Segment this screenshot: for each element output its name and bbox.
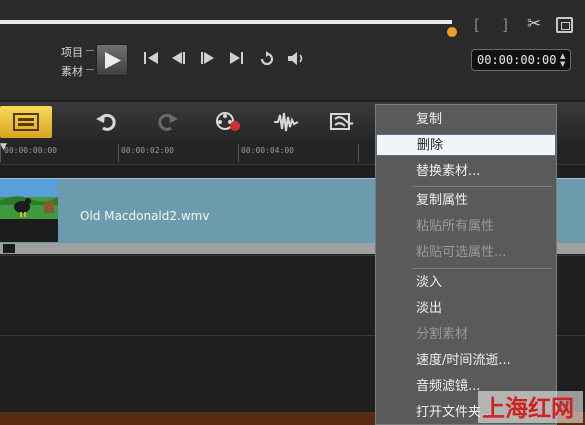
storyboard-icon	[13, 113, 39, 131]
ruler-tick	[238, 144, 239, 162]
undo-icon[interactable]	[95, 111, 117, 135]
mode-clip-label[interactable]: 素材	[61, 63, 83, 79]
repeat-icon[interactable]	[258, 51, 276, 66]
timecode-stepper-icon[interactable]: ▲ ▼	[560, 52, 565, 68]
auto-music-icon[interactable]	[329, 111, 355, 137]
mark-out-button[interactable]: ]	[501, 16, 510, 34]
mark-in-button[interactable]: [	[472, 16, 481, 34]
ruler-label: 00:00:02:00	[121, 146, 174, 155]
menu-item-delete[interactable]: 删除	[376, 134, 556, 156]
menu-item-fade-out[interactable]: 淡出	[376, 298, 556, 320]
ruler-label: 00:00:00:00	[4, 146, 57, 155]
audio-mixer-icon[interactable]	[273, 111, 299, 137]
watermark-logo: 上海红网	[478, 391, 583, 423]
menu-item-copy-attributes[interactable]: 复制属性	[376, 190, 556, 212]
mode-clip-connector	[86, 69, 94, 70]
menu-item-paste-selected-attributes: 粘贴可选属性...	[416, 245, 507, 260]
menu-item-copy[interactable]: 复制	[376, 109, 556, 131]
clip-thumbnail	[0, 179, 58, 242]
menu-item-replace-clip[interactable]: 替换素材...	[376, 161, 556, 183]
ruler-label: 00:00:04:00	[241, 146, 294, 155]
scissors-icon[interactable]: ✂	[527, 14, 541, 34]
svg-text:上海红网: 上海红网	[482, 395, 574, 422]
record-capture-icon[interactable]	[215, 111, 241, 137]
clip-name: Old Macdonald2.wmv	[80, 209, 210, 223]
menu-item-paste-all-attributes: 粘贴所有属性	[416, 219, 495, 234]
mode-project-label[interactable]: 项目	[61, 44, 83, 60]
next-frame-icon[interactable]	[200, 51, 216, 65]
ruler-tick	[118, 144, 119, 162]
menu-item-fade-in[interactable]: 淡入	[376, 272, 556, 294]
skip-to-start-icon[interactable]	[143, 51, 159, 65]
volume-icon[interactable]	[287, 51, 307, 66]
menu-item-speed-time-lapse[interactable]: 速度/时间流逝...	[376, 350, 556, 372]
mode-project-connector	[86, 50, 94, 51]
play-button[interactable]	[96, 44, 128, 76]
ruler-tick	[358, 144, 359, 162]
menu-separator	[412, 268, 552, 269]
storyboard-view-button[interactable]	[0, 106, 52, 138]
playhead-icon[interactable]: ▼	[0, 142, 7, 152]
scrub-handle[interactable]	[447, 27, 457, 37]
skip-to-end-icon[interactable]	[229, 51, 245, 65]
timecode-field[interactable]: 00:00:00:00	[471, 49, 571, 71]
clip-type-icon	[3, 244, 15, 253]
scrub-bar[interactable]	[0, 20, 452, 24]
expand-window-icon[interactable]	[556, 17, 573, 33]
menu-item-split-clip: 分割素材	[416, 327, 469, 342]
menu-separator	[412, 186, 552, 187]
redo-icon[interactable]	[157, 111, 179, 135]
play-icon	[105, 52, 121, 69]
previous-frame-icon[interactable]	[171, 51, 187, 65]
